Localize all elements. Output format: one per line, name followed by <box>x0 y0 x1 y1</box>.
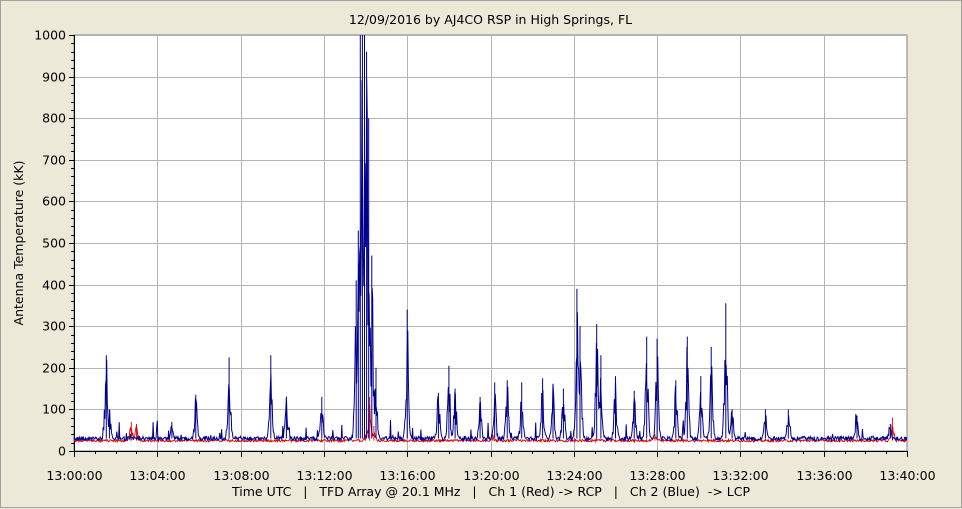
x-tick-label: 13:36:00 <box>796 468 852 483</box>
x-tick-label: 13:00:00 <box>46 468 102 483</box>
x-tick-label: 13:04:00 <box>129 468 185 483</box>
chart-svg: 0 100 200 300 400 500 600 700 800 900 1000 13:00:00… <box>11 12 936 499</box>
y-tick-label: 0 <box>58 444 66 459</box>
y-tick-label: 600 <box>42 194 66 209</box>
x-tick-label: 13:32:00 <box>712 468 768 483</box>
x-tick-label: 13:40:00 <box>879 468 935 483</box>
y-tick-label: 900 <box>42 70 66 85</box>
y-tick-label: 100 <box>42 402 66 417</box>
y-axis-label: Antenna Temperature (kK) <box>11 161 26 326</box>
x-tick-label: 13:08:00 <box>213 468 269 483</box>
x-tick-label: 13:12:00 <box>296 468 352 483</box>
x-tick-label: 13:24:00 <box>546 468 602 483</box>
y-tick-label: 500 <box>42 236 66 251</box>
chart-window: 0 100 200 300 400 500 600 700 800 900 1000 13:00:00… <box>0 0 962 508</box>
x-tick-label: 13:28:00 <box>629 468 685 483</box>
y-tick-label: 300 <box>42 319 66 334</box>
x-tick-label: 13:16:00 <box>379 468 435 483</box>
y-tick-label: 200 <box>42 361 66 376</box>
y-tick-label: 800 <box>42 111 66 126</box>
x-axis-label: Time UTC | TFD Array @ 20.1 MHz | Ch 1 (… <box>231 484 750 499</box>
y-tick-label: 1000 <box>34 28 66 43</box>
y-tick-label: 400 <box>42 278 66 293</box>
chart-title: 12/09/2016 by AJ4CO RSP in High Springs,… <box>349 12 632 27</box>
y-tick-label: 700 <box>42 153 66 168</box>
x-tick-label: 13:20:00 <box>463 468 519 483</box>
